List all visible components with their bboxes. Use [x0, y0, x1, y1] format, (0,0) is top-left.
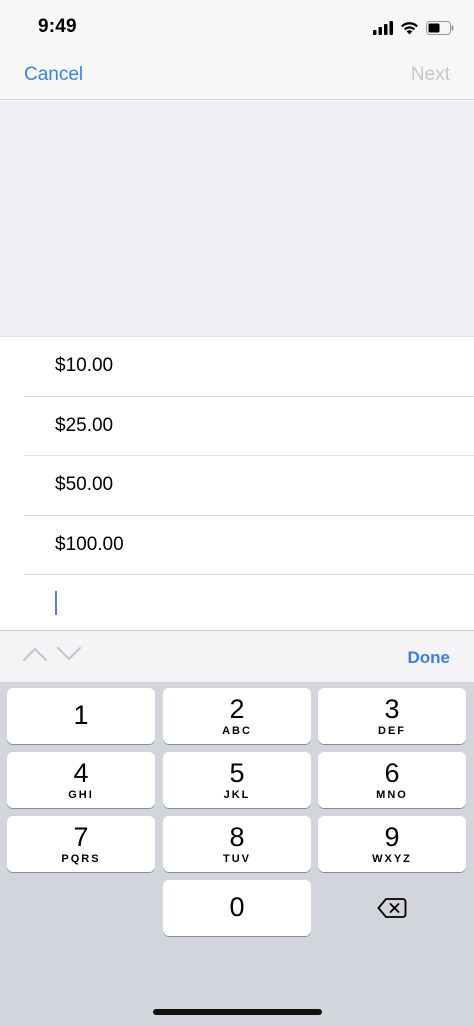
backspace-icon — [377, 898, 407, 918]
wifi-icon — [401, 22, 418, 35]
key-letters: MNO — [376, 789, 408, 801]
number-keypad: 1 2 ABC 3 DEF 4 GHI 5 JKL 6 MNO 7 PQRS 8… — [0, 682, 474, 1025]
key-letters: ABC — [222, 725, 252, 737]
key-digit: 8 — [229, 822, 245, 852]
key-digit: 5 — [229, 758, 245, 788]
key-letters: TUV — [223, 853, 251, 865]
key-digit: 7 — [73, 822, 89, 852]
key-digit: 6 — [384, 758, 400, 788]
key-digit: 4 — [73, 758, 89, 788]
key-3[interactable]: 3 DEF — [318, 688, 466, 744]
status-bar: 9:49 — [0, 0, 474, 52]
header-empty-area — [0, 101, 474, 337]
key-4[interactable]: 4 GHI — [7, 752, 155, 808]
amount-option-10[interactable]: $10.00 — [24, 337, 474, 397]
key-digit: 9 — [384, 822, 400, 852]
key-digit: 1 — [73, 700, 89, 730]
cellular-signal-icon — [373, 21, 393, 35]
key-letters: WXYZ — [372, 853, 412, 865]
chevron-down-icon[interactable] — [56, 645, 82, 663]
status-icons — [373, 18, 454, 38]
cancel-button[interactable]: Cancel — [24, 64, 83, 86]
chevron-up-icon[interactable] — [22, 645, 48, 663]
amount-option-100[interactable]: $100.00 — [24, 516, 474, 575]
done-button[interactable]: Done — [408, 648, 451, 668]
key-5[interactable]: 5 JKL — [163, 752, 311, 808]
text-cursor — [55, 590, 57, 615]
amount-option-50[interactable]: $50.00 — [24, 456, 474, 516]
key-0[interactable]: 0 — [163, 880, 311, 936]
key-7[interactable]: 7 PQRS — [7, 816, 155, 872]
key-6[interactable]: 6 MNO — [318, 752, 466, 808]
key-9[interactable]: 9 WXYZ — [318, 816, 466, 872]
navigation-bar: Cancel Next — [0, 52, 474, 100]
home-indicator — [153, 1009, 322, 1015]
amount-options-list: $10.00 $25.00 $50.00 $100.00 — [0, 337, 474, 630]
key-2[interactable]: 2 ABC — [163, 688, 311, 744]
next-button[interactable]: Next — [411, 64, 450, 86]
key-8[interactable]: 8 TUV — [163, 816, 311, 872]
key-digit: 2 — [229, 694, 245, 724]
custom-amount-input[interactable] — [24, 575, 474, 630]
amount-option-25[interactable]: $25.00 — [24, 397, 474, 456]
key-letters: PQRS — [61, 853, 101, 865]
key-1[interactable]: 1 — [7, 688, 155, 744]
keyboard-accessory-bar: Done — [0, 630, 474, 682]
key-letters: JKL — [223, 789, 251, 801]
status-time: 9:49 — [38, 16, 77, 37]
delete-key[interactable] — [318, 880, 466, 936]
key-letters: GHI — [68, 789, 94, 801]
key-letters: DEF — [378, 725, 406, 737]
field-navigation — [22, 645, 82, 663]
key-digit: 0 — [229, 892, 245, 922]
battery-icon — [426, 21, 454, 35]
key-digit: 3 — [384, 694, 400, 724]
